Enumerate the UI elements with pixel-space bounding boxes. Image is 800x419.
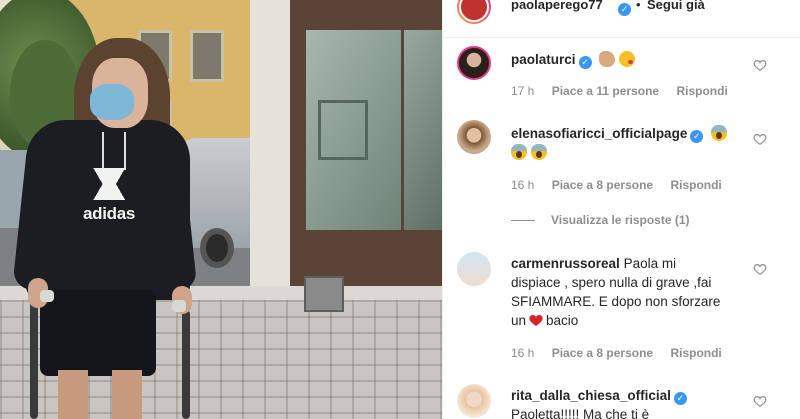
like-heart-icon[interactable] [753, 262, 767, 276]
face-mask [90, 84, 134, 120]
building-window [190, 30, 224, 82]
avatar[interactable] [457, 252, 491, 286]
crutch-grip [172, 300, 186, 312]
comment-username[interactable]: carmenrussoreal [511, 256, 620, 271]
comment-time: 16 h [511, 346, 535, 360]
comment-body: rita_dalla_chiesa_official ✓ Paoletta!!!!… [511, 386, 761, 419]
comment-username[interactable]: elenasofiaricci_officialpage [511, 126, 687, 141]
comments-panel: paolaperego77 ✓ • Segui già paolaturci ✓ … [442, 0, 800, 419]
face-screaming-icon [511, 144, 527, 160]
reply-button[interactable]: Rispondi [670, 178, 721, 192]
photo-door-sign [318, 100, 368, 160]
photo-gate-box [304, 276, 344, 312]
verified-icon: ✓ [690, 130, 704, 143]
comment-username[interactable]: paolaturci [511, 52, 576, 67]
photo-door-glass [404, 30, 442, 230]
comment-text: SFIAMMARE. E dopo non sforzare [511, 294, 721, 309]
comment-username[interactable]: rita_dalla_chiesa_official [511, 388, 671, 403]
comment-body: elenasofiaricci_officialpage ✓ [511, 124, 761, 162]
red-heart-icon [529, 315, 543, 326]
reply-button[interactable]: Rispondi [676, 84, 727, 98]
author-username[interactable]: paolaperego77 [511, 0, 603, 12]
view-replies-label[interactable]: Visualizza le risposte (1) [551, 213, 690, 227]
verified-icon: ✓ [618, 0, 631, 16]
verified-icon: ✓ [578, 56, 592, 69]
person-shorts [40, 290, 156, 376]
comment-body: carmenrussoreal Paola mi dispiace , sper… [511, 254, 761, 330]
crutch [30, 300, 38, 419]
view-replies-button[interactable]: Visualizza le risposte (1) [511, 213, 690, 227]
comment-text: bacio [546, 313, 579, 328]
comment-likes[interactable]: Piace a 8 persone [552, 346, 653, 360]
comment-text: Paola mi [623, 256, 677, 271]
comment-time: 16 h [511, 178, 535, 192]
comment-meta: 16 h Piace a 8 persone Rispondi [511, 178, 736, 192]
like-heart-icon[interactable] [753, 132, 767, 146]
comment-time: 17 h [511, 84, 535, 98]
crutch [182, 310, 190, 419]
photo-door-post [250, 0, 290, 310]
avatar[interactable] [457, 120, 491, 154]
flexed-biceps-icon [599, 51, 616, 67]
reply-button[interactable]: Rispondi [670, 346, 721, 360]
comment-text: dispiace , spero nulla di grave ,fai [511, 275, 712, 290]
following-button[interactable]: Segui già [647, 0, 705, 12]
post-header: paolaperego77 ✓ • Segui già [443, 0, 800, 38]
avatar[interactable] [457, 384, 491, 418]
replies-divider [511, 220, 535, 222]
avatar[interactable] [457, 46, 491, 80]
photo-car-wheel [200, 228, 234, 268]
person-leg [58, 370, 88, 419]
comment-likes[interactable]: Piace a 8 persone [552, 178, 653, 192]
comment-meta: 16 h Piace a 8 persone Rispondi [511, 346, 736, 360]
shirt-brand-text: adidas [82, 204, 136, 223]
header-separator: • [636, 0, 641, 12]
comment-text: un [511, 313, 527, 328]
post-photo: adidas [0, 0, 442, 419]
face-screaming-icon [531, 144, 547, 160]
comment-body: paolaturci ✓ [511, 50, 761, 69]
face-screaming-icon [711, 125, 728, 141]
hoodie-string [124, 132, 126, 170]
comment-meta: 17 h Piace a 11 persone Rispondi [511, 84, 742, 98]
comment-likes[interactable]: Piace a 11 persone [552, 84, 659, 98]
person-leg [112, 370, 142, 419]
crutch-grip [40, 290, 54, 302]
comment-text: Paoletta!!!!! Ma che ti è [511, 407, 650, 419]
verified-icon: ✓ [673, 392, 687, 405]
hoodie-string [102, 132, 104, 170]
like-heart-icon[interactable] [753, 58, 767, 72]
adidas-logo [82, 168, 138, 200]
like-heart-icon[interactable] [753, 394, 767, 408]
author-avatar[interactable] [457, 0, 491, 24]
wink-kiss-icon [619, 51, 636, 67]
